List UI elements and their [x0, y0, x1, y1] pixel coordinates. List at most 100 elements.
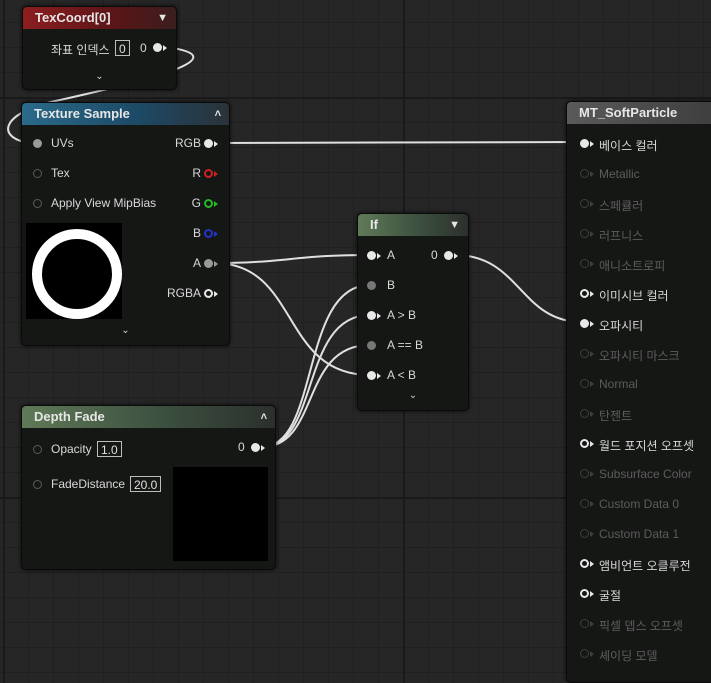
material-input-pin[interactable] [580, 379, 589, 388]
material-input-pin[interactable] [580, 619, 589, 628]
material-input-pin[interactable] [580, 409, 589, 418]
if-output-pin[interactable] [444, 251, 453, 260]
material-pin-arrow-icon [590, 351, 594, 357]
opacity-value-field[interactable]: 1.0 [97, 441, 122, 457]
material-input-label: 애니소트로피 [599, 259, 666, 273]
collapse-chevron-icon[interactable]: ▼ [449, 214, 460, 236]
depth-fade-output-label: 0 [238, 440, 245, 454]
rgba-output-pin[interactable] [204, 289, 213, 298]
material-input-label: 탄젠트 [599, 409, 633, 423]
material-pin-arrow-icon [590, 651, 594, 657]
material-result-node[interactable]: MT_SoftParticle 베이스 컬러 Metallic 스페큘러 러프니스 애니… [566, 101, 711, 683]
if-a-input-label: A [387, 248, 396, 262]
mipbias-input-pin[interactable] [33, 199, 42, 208]
material-pin-arrow-icon [590, 261, 594, 267]
g-output-pin[interactable] [204, 199, 213, 208]
material-input-pin[interactable] [580, 229, 589, 238]
texture-sample-header[interactable]: Texture Sample ˄ [22, 103, 229, 125]
uvs-input-pin[interactable] [33, 139, 42, 148]
material-input-label: 스페큘러 [599, 199, 644, 213]
a-output-pin[interactable] [204, 259, 213, 268]
material-input-label: Custom Data 1 [599, 527, 680, 541]
material-input-pin[interactable] [580, 349, 589, 358]
if-agtb-input-label: A > B [387, 308, 417, 322]
material-pin-arrow-icon [590, 561, 594, 567]
depth-fade-output-arrow-icon [261, 445, 265, 451]
opacity-input-pin[interactable] [33, 445, 42, 454]
material-input-pin[interactable] [580, 289, 589, 298]
fadedistance-input-pin[interactable] [33, 480, 42, 489]
depth-fade-node[interactable]: Depth Fade ˄ Opacity 1.0 FadeDistance 20… [21, 405, 276, 570]
wire-alpha-to-if-a [213, 254, 371, 264]
rgb-output-pin[interactable] [204, 139, 213, 148]
material-input-label: 베이스 컬러 [599, 139, 658, 153]
tex-input-pin[interactable] [33, 169, 42, 178]
material-input-pin[interactable] [580, 439, 589, 448]
material-pin-arrow-icon [590, 291, 594, 297]
b-output-label: B [192, 226, 201, 240]
material-input-label: 굴절 [599, 589, 622, 603]
texture-sample-node[interactable]: Texture Sample ˄ UVs Tex Apply View MipB… [21, 102, 230, 346]
texcoord-output-arrow-icon [163, 45, 167, 51]
material-input-pin[interactable] [580, 529, 589, 538]
collapse-caret-icon[interactable]: ˄ [215, 103, 221, 125]
mipbias-input-label: Apply View MipBias [51, 196, 157, 210]
if-output-arrow-icon [454, 253, 458, 259]
depth-fade-header[interactable]: Depth Fade ˄ [22, 406, 275, 428]
tex-input-label: Tex [51, 166, 70, 180]
material-input-pin[interactable] [580, 169, 589, 178]
g-output-arrow-icon [214, 201, 218, 207]
b-output-pin[interactable] [204, 229, 213, 238]
r-output-arrow-icon [214, 171, 218, 177]
g-output-label: G [191, 196, 201, 210]
material-input-pin[interactable] [580, 259, 589, 268]
collapse-caret-icon[interactable]: ˄ [261, 406, 267, 428]
coordinate-index-field[interactable]: 0 [115, 40, 130, 56]
fadedistance-value-field[interactable]: 20.0 [130, 476, 162, 492]
r-output-pin[interactable] [204, 169, 213, 178]
material-input-pin[interactable] [580, 649, 589, 658]
expand-chevron-icon[interactable]: ⌄ [358, 390, 468, 401]
material-input-pin[interactable] [580, 319, 589, 328]
material-input-label: 월드 포지션 오프셋 [599, 439, 694, 453]
if-aeqb-input-label: A == B [387, 338, 424, 352]
b-output-arrow-icon [214, 231, 218, 237]
if-output-label: 0 [431, 248, 438, 262]
depth-fade-preview [173, 467, 268, 561]
depth-fade-output-pin[interactable] [251, 443, 260, 452]
material-input-pin[interactable] [580, 469, 589, 478]
material-input-label: 앰비언트 오클루전 [599, 559, 691, 573]
expand-chevron-icon[interactable]: ⌄ [22, 325, 229, 336]
rgb-output-label: RGB [174, 136, 201, 150]
texcoord-header[interactable]: TexCoord[0] ▼ [23, 7, 176, 29]
if-aeqb-input-pin[interactable] [367, 341, 376, 350]
if-header[interactable]: If ▼ [358, 214, 468, 236]
material-header[interactable]: MT_SoftParticle [567, 102, 711, 124]
if-altb-input-pin[interactable] [367, 371, 376, 380]
material-pin-arrow-icon [590, 621, 594, 627]
texcoord-node[interactable]: TexCoord[0] ▼ 좌표 인덱스 0 0 ⌄ [22, 6, 177, 90]
material-input-pin[interactable] [580, 199, 589, 208]
if-node[interactable]: If ▼ A B A > B A == B A < B 0 ⌄ [357, 213, 469, 411]
if-b-input-label: B [387, 278, 396, 292]
material-pin-arrow-icon [590, 171, 594, 177]
material-input-label: 픽셀 뎁스 오프셋 [599, 619, 683, 633]
if-agtb-input-pin[interactable] [367, 311, 376, 320]
material-input-label: 오파시티 마스크 [599, 349, 680, 363]
texcoord-output-pin[interactable] [153, 43, 162, 52]
collapse-chevron-icon[interactable]: ▼ [157, 7, 168, 29]
material-input-label: Normal [599, 377, 638, 391]
material-input-pin[interactable] [580, 559, 589, 568]
material-input-pin[interactable] [580, 139, 589, 148]
material-input-pin[interactable] [580, 499, 589, 508]
material-input-pin[interactable] [580, 589, 589, 598]
expand-chevron-icon[interactable]: ⌄ [23, 71, 176, 82]
material-pin-arrow-icon [590, 471, 594, 477]
depth-fade-title: Depth Fade [34, 409, 105, 424]
if-a-input-pin[interactable] [367, 251, 376, 260]
wire-if-to-opacity [454, 254, 583, 323]
material-input-label: Metallic [599, 167, 640, 181]
uvs-input-label: UVs [51, 136, 74, 150]
if-b-input-pin[interactable] [367, 281, 376, 290]
a-output-label: A [192, 256, 201, 270]
